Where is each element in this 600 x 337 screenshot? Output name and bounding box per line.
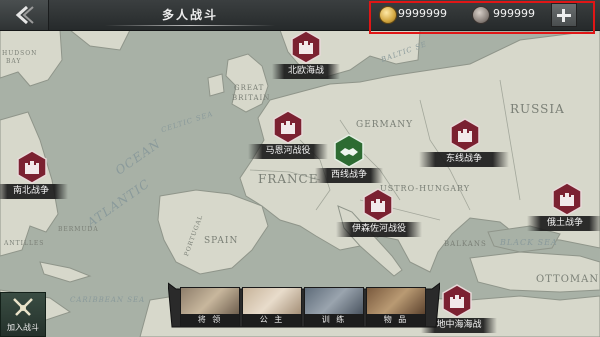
label-spain: SPAIN [204,236,239,246]
label-hudson: HUDSON [2,50,38,57]
label-antilles: ANTILLES [4,240,45,247]
page-title: 多人战斗 [161,8,218,22]
menu-label: 将 领 [181,314,239,326]
battle-western-front[interactable]: 西线战争 [315,134,383,184]
label-black-sea: BLACK SEA [500,238,558,247]
battle-label: 南北战争 [0,184,68,199]
battle-isonzo[interactable]: 伊森佐河战役 [336,188,422,238]
title-wrap: 多人战斗 [105,6,275,26]
training-picture [305,288,363,314]
back-button[interactable] [0,0,49,30]
label-ottoman: OTTOMAN [536,274,600,285]
fortress-icon [17,150,47,184]
fortress-icon [291,30,321,64]
menu-label: 公 主 [243,314,301,326]
menu-generals[interactable]: 将 领 [180,287,240,327]
menu-training[interactable]: 训 练 [304,287,364,327]
battle-russo-turkish[interactable]: 俄土战争 [527,182,600,232]
fortress-icon [273,110,303,144]
label-britain: BRITAIN [232,94,271,102]
princess-picture [243,288,301,314]
fortress-icon [552,182,582,216]
silver-coin-icon [472,6,490,24]
add-currency-button[interactable] [551,3,577,27]
handshake-icon [334,134,364,168]
fortress-icon [442,284,472,318]
battle-marne[interactable]: 马恩河战役 [248,110,328,160]
label-russia: RUSSIA [510,102,565,116]
menu-label: 物 品 [367,314,425,326]
gold-amount: 9999999 [398,7,447,20]
battle-label: 伊森佐河战役 [336,222,422,237]
battle-mediterranean[interactable]: 地中海海战 [421,284,497,334]
label-great: GREAT [234,84,265,92]
label-balkans: BALKANS [444,240,487,248]
join-battle-button[interactable]: 加入战斗 [0,292,46,337]
fortress-icon [363,188,393,222]
items-picture [367,288,425,314]
label-bermuda: BERMUDA [58,226,99,233]
label-hudson-bay: BAY [6,58,22,65]
battle-label: 马恩河战役 [248,144,328,159]
battle-civil-war[interactable]: 南北战争 [0,150,68,200]
battle-label: 北欧海战 [272,64,340,79]
battle-label: 东线战争 [419,152,509,167]
app: RUSSIA GERMANY FRANCE SPAIN USTRO-HUNGAR… [0,0,600,337]
generals-picture [181,288,239,314]
label-caribbean-sea: CARIBBEAN SEA [70,296,146,304]
label-germany: GERMANY [356,120,414,130]
battle-north-sea[interactable]: 北欧海战 [272,30,340,80]
label-france: FRANCE [258,172,319,186]
battle-eastern-front[interactable]: 东线战争 [419,118,509,168]
menu-items[interactable]: 物 品 [366,287,426,327]
crossed-swords-icon [13,298,33,316]
menu-label: 训 练 [305,314,363,326]
menu-princess[interactable]: 公 主 [242,287,302,327]
battle-label: 俄土战争 [527,216,600,231]
battle-label: 西线战争 [315,168,383,183]
join-battle-label: 加入战斗 [7,323,39,332]
title-underline [105,25,275,26]
gold-coin-icon [379,6,397,24]
fortress-icon [450,118,480,152]
silver-amount: 999999 [493,7,535,20]
bottom-menu: 将 领 公 主 训 练 物 品 [168,281,440,329]
back-arrow-icon [15,6,34,24]
